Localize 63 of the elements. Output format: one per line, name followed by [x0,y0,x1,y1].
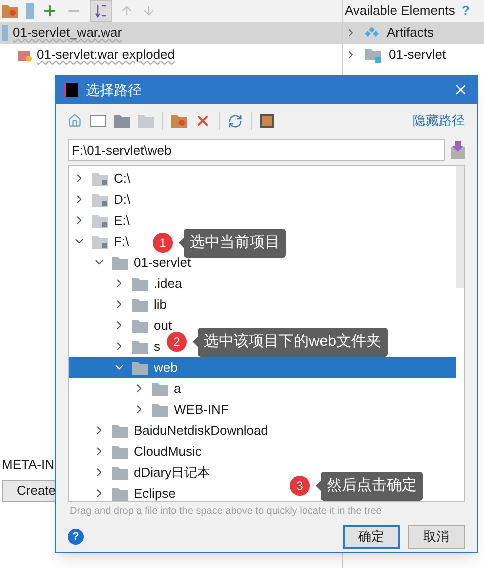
diamonds-icon [365,26,379,40]
folder-icon [132,276,148,290]
tree-row[interactable]: BaiduNetdiskDownload [69,420,274,441]
download-icon[interactable] [451,141,465,159]
tree-row[interactable]: C:\ [69,168,137,189]
folder-icon[interactable] [114,114,130,128]
panel-title: Available Elements [345,2,456,20]
step-tooltip: 然后点击确定 [321,472,423,500]
ok-button[interactable]: 确定 [343,525,400,549]
new-folder-icon[interactable] [171,114,187,128]
tree-row[interactable]: D:\ [69,189,137,210]
folder-icon [112,486,128,500]
folder-icon [152,402,168,416]
delete-icon[interactable] [195,113,211,129]
tree-row[interactable]: lib [69,294,174,315]
drive-icon [92,234,108,248]
hide-path-link[interactable]: 隐藏路径 [413,111,465,131]
module-icon [365,48,381,62]
folder-icon [112,466,128,480]
tree-row[interactable]: .idea [69,273,188,294]
tree-row[interactable]: dDiary日记本 [69,462,217,483]
tree-row[interactable]: WEB-INF [69,399,235,420]
artifact-item[interactable]: 01-servlet_war.war [0,22,342,44]
add-icon[interactable] [42,3,58,19]
archive-icon [2,25,8,41]
tree-row[interactable]: Eclipse [69,483,182,501]
sort-button[interactable] [90,0,112,22]
element-item[interactable]: 01-servlet [343,44,484,66]
folder-icon [132,318,148,332]
folder-icon [112,424,128,438]
tree-row[interactable]: CloudMusic [69,441,208,462]
folder-icon [112,256,128,270]
tree-row[interactable]: s [69,336,166,357]
tree-row[interactable]: F:\ [69,231,136,252]
tree-row[interactable]: E:\ [69,210,136,231]
step-tooltip: 选中当前项目 [184,229,286,258]
folder-icon [132,360,148,374]
tree-row[interactable]: a [69,378,188,399]
drive-icon [92,172,108,186]
folder-icon [132,340,148,354]
frame-icon[interactable] [260,114,274,128]
help-icon[interactable]: ? [68,529,84,545]
folder-icon [152,382,168,396]
folder-icon [132,298,148,312]
folder-icon [112,444,128,458]
drag-hint: Drag and drop a file into the space above to quickly locate it in the tree [69,505,383,519]
meta-inf-label: META-IN [2,456,54,474]
drive-icon [92,214,108,228]
dialog-title: 选择路径 [86,80,143,100]
home-icon[interactable] [68,114,82,128]
tree-row[interactable]: web [69,357,456,378]
folder-icon [2,4,18,18]
refresh-icon[interactable] [228,114,243,128]
desktop-icon[interactable] [90,115,106,127]
element-item[interactable]: Artifacts [343,22,484,44]
step-tooltip: 选中该项目下的web文件夹 [198,328,388,356]
path-field[interactable]: F:\01-servlet\web [68,139,445,161]
scrollbar[interactable] [456,166,464,288]
sort-icon [95,4,107,18]
app-logo-icon [64,83,78,97]
archive-icon [26,3,34,19]
drive-icon [92,192,108,206]
cancel-button[interactable]: 取消 [408,525,465,549]
